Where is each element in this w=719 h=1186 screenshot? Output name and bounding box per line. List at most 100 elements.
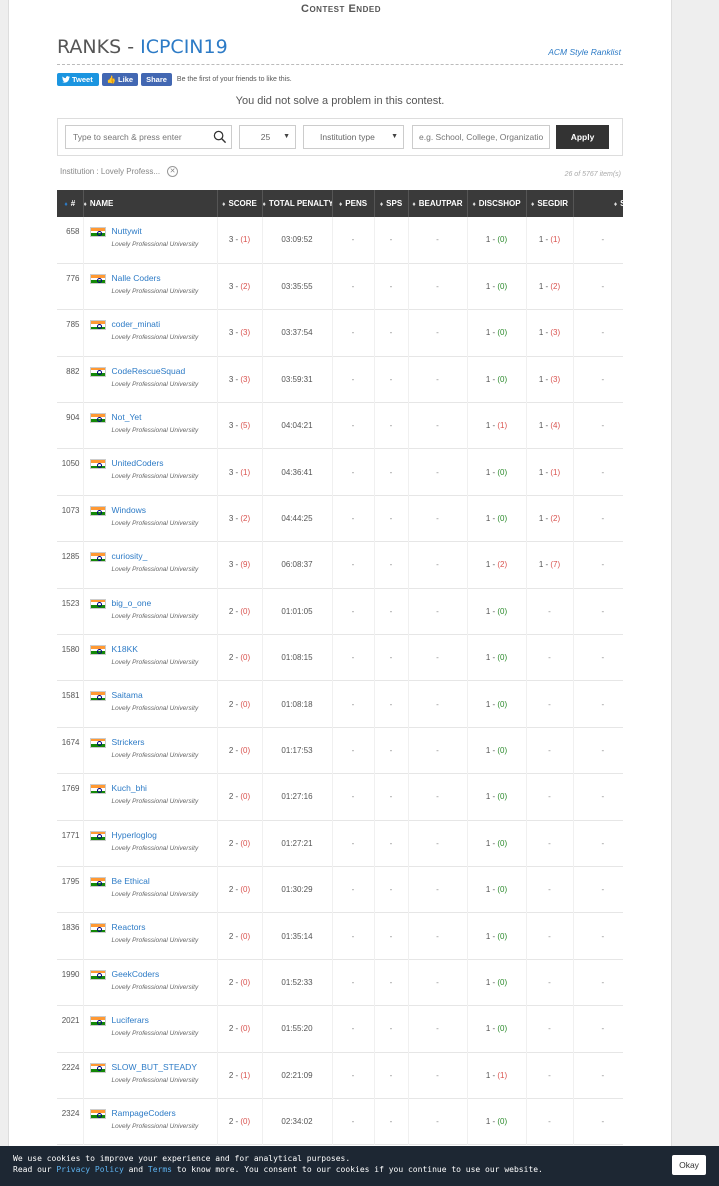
table-row: 1581 Saitama Lovely Professional Universit… [57,680,623,728]
shufgri-value: - [601,931,605,941]
segdir-cell: - [526,680,574,728]
discshop-cell: 1 - (0) [467,356,527,403]
tweet-button[interactable]: Tweet [57,72,99,86]
terms-link[interactable]: Terms [148,1165,172,1174]
sps-value: - [389,606,393,616]
institution-input[interactable] [413,126,547,148]
clear-filter-icon[interactable]: ✕ [167,166,179,177]
shufgri-cell: - [573,541,623,589]
column-header[interactable]: ♦ # [57,190,84,217]
team-name-link[interactable]: Nuttywit [112,226,217,236]
column-header[interactable]: ♦SHUFGRI [573,190,623,217]
segdir-cell: - [526,912,574,960]
sps-value: - [389,885,393,895]
team-name-link[interactable]: Be Ethical [112,876,217,886]
acm-ranklist-link[interactable]: ACM Style Ranklist [548,47,621,57]
team-name-link[interactable]: Windows [112,505,217,515]
sps-value: - [389,745,393,755]
team-name-link[interactable]: Hyperloglog [112,830,217,840]
search-input[interactable] [66,126,206,148]
rank-cell: 904 [57,402,84,449]
discshop-penalty: (0) [497,606,508,616]
column-header[interactable]: ♦ NAME [83,190,218,217]
score-cell: 2 - (0) [217,634,263,681]
search-icon[interactable] [213,130,227,144]
team-name-link[interactable]: Nalle Coders [112,273,217,283]
table-row: 2324 RampageCoders Lovely Professional Uni… [57,1098,623,1145]
sps-value: - [389,282,393,292]
sps-value: - [389,467,393,477]
total-penalty-value: 03:59:31 [281,374,313,384]
discshop-penalty: (0) [497,282,508,292]
beautpar-cell: - [408,866,468,913]
penalty-cell: 01:27:16 [262,773,333,821]
column-header[interactable]: ♦ PENS [332,190,375,217]
sort-icon: ♦ [338,201,343,208]
segdir-dash: - [548,885,551,895]
name-cell: Nalle Coders Lovely Professional Universi… [83,263,218,310]
institution-type-select[interactable]: Institution type ▼ [303,125,404,149]
apply-button[interactable]: Apply [556,125,609,149]
team-name-link[interactable]: big_o_one [112,598,217,608]
contest-code: ICPCIN19 [140,36,228,58]
beautpar-value: - [436,606,439,616]
shufgri-value: - [601,467,605,477]
score-penalty: (3) [240,374,251,384]
column-header[interactable]: ♦ DISCSHOP [467,190,527,217]
team-name-link[interactable]: Luciferars [112,1015,217,1025]
team-name-link[interactable]: Not_Yet [112,412,217,422]
score-cell: 3 - (3) [217,309,263,357]
name-cell: coder_minati Lovely Professional Universi… [83,309,218,357]
team-name-link[interactable]: UnitedCoders [112,458,217,468]
discshop-cell: 1 - (0) [467,773,527,821]
segdir-dash: - [548,977,551,987]
like-button[interactable]: 👍 Like [101,72,139,86]
segdir-cell: 1 - (4) [526,402,574,449]
rank-cell: 882 [57,356,84,403]
penalty-cell: 01:17:53 [262,727,333,774]
sps-value: - [389,699,393,709]
team-name-link[interactable]: Saitama [112,690,217,700]
discshop-penalty: (0) [497,514,508,524]
okay-button[interactable]: Okay [672,1155,706,1175]
team-name-link[interactable]: GeekCoders [112,969,217,979]
team-name-link[interactable]: K18KK [112,644,217,654]
column-header[interactable]: ♦ SEGDIR [526,190,574,217]
team-name-link[interactable]: Kuch_bhi [112,783,217,793]
column-header[interactable]: ♦ SPS [374,190,409,217]
team-name-link[interactable]: CodeRescueSquad [112,366,217,376]
pens-value: - [351,838,355,848]
segdir-cell: - [526,959,574,1006]
shufgri-cell: - [573,356,623,403]
rank-cell: 1050 [57,448,84,496]
column-header[interactable]: ♦ SCORE [217,190,263,217]
column-header[interactable]: ♦ BEAUTPAR [408,190,468,217]
page-size-select[interactable]: 25 ▼ [239,125,296,149]
total-penalty-value: 03:09:52 [281,235,313,245]
team-name-link[interactable]: curiosity_ [112,551,217,561]
share-button[interactable]: Share [141,72,172,86]
discshop-cell: 1 - (1) [467,402,527,449]
team-name-link[interactable]: SLOW_BUT_STEADY [112,1062,217,1072]
rank-value: 1073 [61,505,80,515]
sps-value: - [389,235,393,245]
column-header[interactable]: ♦ TOTAL PENALTY [262,190,333,217]
beautpar-value: - [436,1070,439,1080]
rank-cell: 2224 [57,1052,84,1099]
beautpar-value: - [436,374,439,384]
team-name-link[interactable]: coder_minati [112,319,217,329]
india-flag-icon [89,320,106,331]
segdir-cell: - [526,1052,574,1099]
privacy-policy-link[interactable]: Privacy Policy [56,1165,123,1174]
discshop-penalty: (1) [497,421,508,431]
rank-cell: 1674 [57,727,84,774]
sps-value: - [389,374,393,384]
team-name-link[interactable]: RampageCoders [112,1108,217,1118]
beautpar-value: - [436,745,439,755]
team-name-link[interactable]: Strickers [112,737,217,747]
shufgri-cell: - [573,727,623,774]
pens-cell: - [332,1005,375,1053]
sort-icon: ♦ [613,201,618,208]
team-name-link[interactable]: Reactors [112,922,217,932]
discshop-cell: 1 - (0) [467,1098,527,1145]
